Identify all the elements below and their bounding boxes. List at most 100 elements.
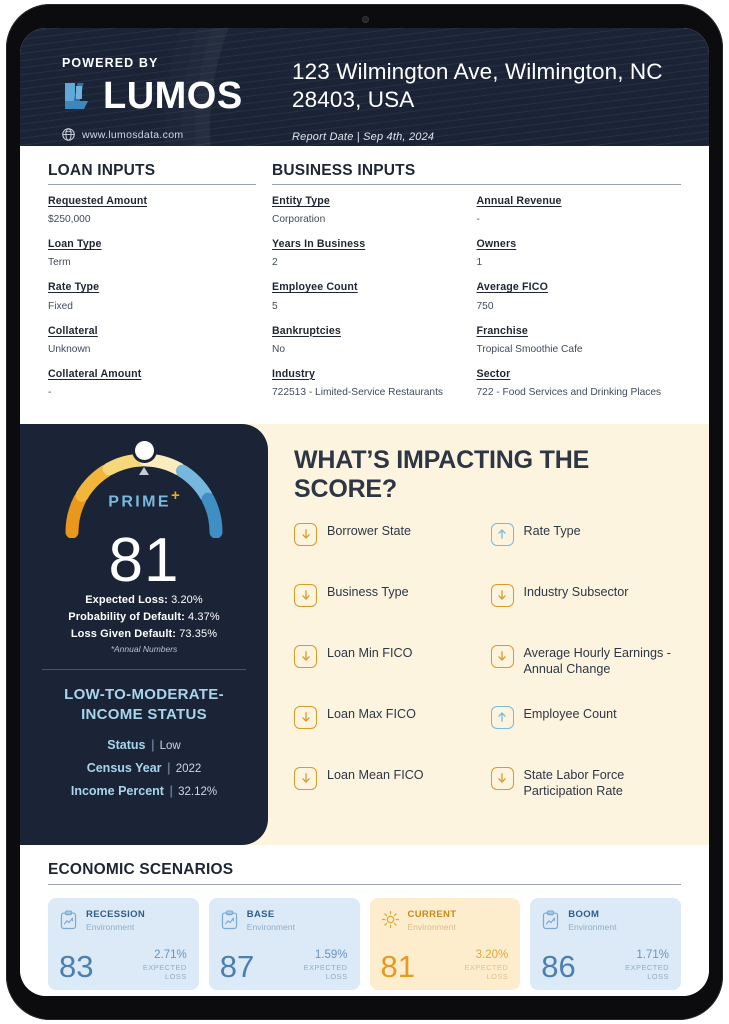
business-input-field-label: Employee Count xyxy=(272,281,358,294)
tablet-device-frame: POWERED BY LUMOS www.lumosdata.com 123 W… xyxy=(6,4,723,1020)
business-input-field: Average FICO 750 xyxy=(477,280,682,313)
lmi-row-separator: | xyxy=(169,784,173,799)
arrow-down-icon xyxy=(294,522,317,546)
business-input-field-label: Annual Revenue xyxy=(476,195,562,207)
business-input-field-value: No xyxy=(272,343,286,355)
economic-scenarios-title: ECONOMIC SCENARIOS xyxy=(48,860,234,878)
business-input-field: Annual Revenue - xyxy=(477,194,682,227)
economic-scenario-card[interactable]: RECESSION Environment 83 2.71% EXPECTED LOSS xyxy=(48,897,199,990)
score-tier-label: PRIME+ xyxy=(50,487,238,511)
economic-scenario-card[interactable]: CURRENT Environment 81 3.20% EXPECTED LOSS xyxy=(369,897,521,990)
loss-given-default-stat: Loss Given Default: 73.35% xyxy=(36,628,252,640)
impact-factor-label: Employee Count xyxy=(523,706,617,721)
impact-factor-item[interactable]: State Labor Force Participation Rate xyxy=(490,766,688,827)
impact-factor-item[interactable]: Borrower State xyxy=(294,522,491,583)
impact-factor-label: Industry Subsector xyxy=(523,584,629,599)
probability-of-default-label: Probability of Default: xyxy=(68,610,185,623)
report-date-value: Sep 4th, 2024 xyxy=(363,130,435,143)
scenario-loss-label-line2: LOSS xyxy=(647,972,669,982)
economic-scenario-card[interactable]: BASE Environment 87 1.59% EXPECTED LOSS xyxy=(208,897,360,990)
loan-input-field-value: $250,000 xyxy=(48,214,91,226)
business-input-field-value: 722513 - Limited-Service Restaurants xyxy=(272,386,444,398)
business-input-field: Sector 722 - Food Services and Drinking P… xyxy=(477,367,682,400)
business-input-field-label: Years In Business xyxy=(272,238,366,251)
loss-given-default-label: Loss Given Default: xyxy=(70,627,177,640)
powered-by-label: POWERED BY xyxy=(62,56,159,70)
business-input-field: Industry 722513 - Limited-Service Restaur… xyxy=(272,367,477,400)
scenario-score: 81 xyxy=(380,948,415,984)
inputs-section: LOAN INPUTS Requested Amount $250,000 Loan… xyxy=(20,146,709,424)
business-inputs-column: BUSINESS INPUTS Entity Type Corporation An… xyxy=(272,162,681,410)
report-screen: POWERED BY LUMOS www.lumosdata.com 123 W… xyxy=(20,28,709,996)
scenario-score: 83 xyxy=(59,948,94,984)
arrow-up-icon xyxy=(490,522,514,546)
impact-factor-item[interactable]: Rate Type xyxy=(490,522,688,583)
probability-of-default-value: 4.37% xyxy=(188,610,220,623)
loan-input-field-label: Rate Type xyxy=(48,281,100,294)
impact-factor-item[interactable]: Loan Mean FICO xyxy=(294,766,491,827)
business-inputs-title: BUSINESS INPUTS xyxy=(272,162,416,179)
lmi-row-separator: | xyxy=(167,761,171,776)
lumos-logo-icon xyxy=(62,81,96,111)
business-input-field-value: 1 xyxy=(476,257,483,269)
score-panel: PRIME+ 81 Expected Loss: 3.20% Probabili… xyxy=(20,423,268,845)
arrow-down-icon xyxy=(294,705,317,729)
economic-scenario-card[interactable]: BOOM Environment 86 1.71% EXPECTED LOSS xyxy=(530,897,681,990)
scenario-subtitle: Environment xyxy=(86,921,135,932)
impact-factor-label: State Labor Force Participation Rate xyxy=(523,767,625,798)
scenario-name: BASE xyxy=(246,908,275,920)
loan-input-field: Loan Type Term xyxy=(48,237,256,270)
loss-given-default-value: 73.35% xyxy=(179,627,218,640)
scenario-loss-label-line1: EXPECTED xyxy=(625,962,669,972)
loan-input-field: Collateral Unknown xyxy=(48,324,256,357)
arrow-down-icon xyxy=(490,583,514,607)
business-input-field-value: - xyxy=(476,214,480,226)
impact-factor-label: Borrower State xyxy=(327,523,411,538)
impact-factor-item[interactable]: Loan Max FICO xyxy=(294,705,491,766)
scenario-score: 86 xyxy=(541,948,576,984)
impact-factor-item[interactable]: Business Type xyxy=(294,583,491,644)
annual-numbers-note: *Annual Numbers xyxy=(110,643,178,654)
lumos-wordmark: LUMOS xyxy=(103,75,243,117)
scenario-expected-loss: 1.71% EXPECTED LOSS xyxy=(625,949,669,981)
clipboard-chart-icon xyxy=(541,910,560,930)
business-input-field-value: 750 xyxy=(476,300,494,312)
economic-scenarios-divider xyxy=(48,883,681,885)
expected-loss-stat: Expected Loss: 3.20% xyxy=(36,594,252,606)
clipboard-chart-icon xyxy=(59,910,78,930)
report-date-separator: | xyxy=(356,130,360,143)
impacting-factor-grid: Borrower State Rate Type Business Type Indu… xyxy=(294,522,687,827)
scenario-loss-percent: 2.71% xyxy=(154,949,187,962)
report-date: Report Date | Sep 4th, 2024 xyxy=(292,131,682,143)
scenario-name: CURRENT xyxy=(407,908,457,920)
scenario-loss-label-line2: LOSS xyxy=(486,972,509,982)
business-input-field-label: Industry xyxy=(272,367,315,380)
website-url[interactable]: www.lumosdata.com xyxy=(82,129,183,141)
score-value: 81 xyxy=(108,525,180,595)
economic-scenario-cards: RECESSION Environment 83 2.71% EXPECTED LOSS B… xyxy=(48,897,681,990)
impact-factor-item[interactable]: Employee Count xyxy=(490,705,688,766)
loan-inputs-title: LOAN INPUTS xyxy=(48,162,156,179)
economic-scenarios-section: ECONOMIC SCENARIOS RECESSION Environment 8… xyxy=(20,844,709,996)
scenario-expected-loss: 1.59% EXPECTED LOSS xyxy=(304,949,348,981)
impact-factor-item[interactable]: Average Hourly Earnings - Annual Change xyxy=(490,644,688,705)
expected-loss-value: 3.20% xyxy=(171,593,203,606)
business-input-field-label: Average FICO xyxy=(476,281,548,294)
address-block: 123 Wilmington Ave, Wilmington, NC 28403… xyxy=(292,42,682,146)
impact-factor-item[interactable]: Loan Min FICO xyxy=(294,644,491,705)
impact-factor-item[interactable]: Industry Subsector xyxy=(490,583,688,644)
business-input-field: Owners 1 xyxy=(477,237,682,270)
lmi-row: Census Year | 2022 xyxy=(36,761,252,775)
business-input-field-value: 5 xyxy=(272,300,278,312)
lmi-row-label: Census Year xyxy=(86,761,165,776)
scenario-subtitle: Environment xyxy=(407,921,456,932)
business-input-field-value: Tropical Smoothie Cafe xyxy=(476,343,583,355)
arrow-down-icon xyxy=(490,644,514,668)
gauge-marker-dot xyxy=(134,440,154,460)
brand-block: POWERED BY LUMOS www.lumosdata.com xyxy=(20,42,292,146)
scenario-loss-label-line1: EXPECTED xyxy=(464,962,509,972)
business-input-field-label: Sector xyxy=(476,367,511,380)
business-input-field: Franchise Tropical Smoothie Cafe xyxy=(477,324,682,357)
business-input-field-label: Owners xyxy=(476,238,517,251)
loan-input-field-value: - xyxy=(48,386,52,398)
